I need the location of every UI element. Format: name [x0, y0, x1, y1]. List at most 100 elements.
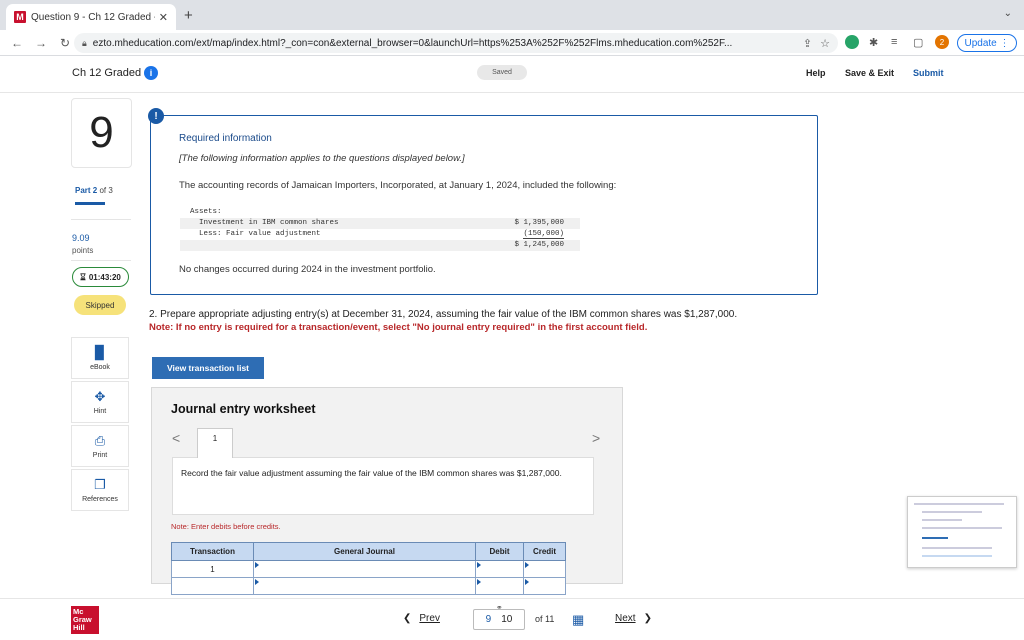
part-prefix: Part [75, 186, 91, 195]
skipped-badge: Skipped [74, 295, 126, 315]
journal-table: Transaction General Journal Debit Credit… [171, 542, 566, 595]
hint-icon: ✥ [94, 389, 106, 404]
transaction-cell [171, 577, 254, 595]
bookmark-star-icon[interactable]: ☆ [820, 37, 830, 50]
timer-value: 01:43:20 [88, 272, 121, 282]
alert-icon: ! [148, 108, 164, 124]
divider [71, 260, 131, 261]
divider [71, 219, 131, 220]
question-text: 2. Prepare appropriate adjusting entry(s… [149, 309, 738, 320]
table-row: Assets: [180, 207, 580, 218]
chevron-left-icon: ❮ [403, 613, 412, 624]
part-of: of 3 [99, 186, 113, 195]
hourglass-icon: ⌛︎ [80, 271, 86, 282]
close-icon[interactable]: ✕ [159, 11, 168, 24]
chevron-down-icon[interactable]: ⌄ [1004, 8, 1012, 19]
ebook-button[interactable]: ▉ eBook [71, 337, 129, 379]
transaction-cell: 1 [171, 560, 254, 578]
required-info-title: Required information [179, 133, 272, 144]
row-amount: $ 1,245,000 [514, 241, 564, 249]
reload-icon[interactable]: ↻ [58, 36, 72, 50]
print-icon: ⎙ [94, 433, 106, 448]
part-indicator: Part 2 of 3 [75, 186, 113, 195]
browser-tab[interactable]: M Question 9 - Ch 12 Graded - C ✕ [6, 4, 176, 30]
credit-input[interactable] [523, 577, 566, 595]
worksheet-card [172, 457, 594, 515]
references-button[interactable]: ❐ References [71, 469, 129, 511]
debit-input[interactable] [475, 577, 524, 595]
table-row [171, 577, 566, 595]
account-select[interactable] [253, 560, 476, 578]
prev-label: Prev [419, 613, 440, 624]
ebook-label: eBook [90, 364, 110, 371]
timer-badge: ⌛︎ 01:43:20 [72, 267, 129, 287]
share-icon[interactable]: ⇪ [803, 37, 812, 50]
current-page: 9 [485, 614, 492, 625]
row-amount: (150,000) [523, 230, 564, 239]
references-label: References [82, 496, 118, 503]
update-button[interactable]: Update ⋮ [957, 34, 1017, 52]
chevron-left-icon[interactable]: < [172, 430, 180, 446]
info-icon[interactable]: i [144, 66, 158, 80]
worksheet-tab-1[interactable]: 1 [197, 428, 233, 458]
part-progress-bar [75, 202, 105, 205]
row-label: Less: Fair value adjustment [190, 230, 321, 238]
worksheet-title: Journal entry worksheet [171, 402, 316, 416]
forward-icon[interactable]: → [34, 36, 48, 50]
chevron-right-icon[interactable]: > [592, 430, 600, 446]
url-bar[interactable]: 🔒︎ ezto.mheducation.com/ext/map/index.ht… [74, 33, 838, 53]
col-debit: Debit [475, 542, 524, 561]
view-transaction-list-button[interactable]: View transaction list [152, 357, 264, 379]
mh-favicon-icon: M [14, 11, 26, 23]
sidepanel-icon[interactable]: ▢ [913, 36, 923, 49]
prev-button[interactable]: ❮ Prev [403, 613, 440, 624]
table-row: $ 1,245,000 [180, 240, 580, 251]
queue-icon[interactable]: ≡ [891, 36, 897, 48]
save-exit-link[interactable]: Save & Exit [845, 68, 894, 78]
lock-icon[interactable]: 🔒︎ [82, 38, 87, 49]
next-button[interactable]: Next ❯ [615, 613, 652, 624]
account-select[interactable] [253, 577, 476, 595]
profile-avatar[interactable]: 2 [935, 35, 949, 49]
question-number: 9 [71, 98, 132, 168]
page-title: Ch 12 Graded [72, 67, 142, 79]
credit-input[interactable] [523, 560, 566, 578]
table-row: 1 [171, 560, 566, 578]
page-selector[interactable]: ⚭ 9 10 [473, 603, 525, 630]
part-current: 2 [92, 186, 98, 195]
row-amount: $ 1,395,000 [514, 219, 564, 227]
col-credit: Credit [523, 542, 566, 561]
browser-tabbar: M Question 9 - Ch 12 Graded - C ✕ + ⌄ [0, 0, 1024, 30]
balance-table: Assets: Investment in IBM common shares … [180, 207, 580, 251]
new-tab-icon[interactable]: + [184, 7, 193, 24]
back-icon[interactable]: ← [10, 36, 24, 50]
row-label: Investment in IBM common shares [190, 219, 339, 227]
hint-button[interactable]: ✥ Hint [71, 381, 129, 423]
page-total: of 11 [535, 614, 555, 624]
saved-status-badge: Saved [477, 65, 527, 80]
book-icon: ▉ [95, 345, 105, 360]
page-input[interactable]: 10 [501, 614, 512, 625]
submit-link[interactable]: Submit [913, 68, 944, 78]
extensions-puzzle-icon[interactable]: ✱ [869, 36, 878, 49]
col-general-journal: General Journal [253, 542, 476, 561]
page-thumbnail[interactable] [907, 496, 1017, 568]
col-transaction: Transaction [171, 542, 254, 561]
mcgraw-hill-logo: Mc Graw Hill [71, 606, 99, 634]
extension-green-icon[interactable] [845, 35, 859, 49]
chevron-right-icon: ❯ [643, 613, 652, 624]
points-label: points [72, 246, 94, 255]
row-label: Assets: [190, 208, 222, 216]
link-icon: ⚭ [496, 603, 503, 612]
worksheet-description: Record the fair value adjustment assumin… [181, 468, 562, 478]
debit-input[interactable] [475, 560, 524, 578]
help-link[interactable]: Help [806, 68, 826, 78]
required-info-body: The accounting records of Jamaican Impor… [179, 180, 617, 191]
required-info-footer: No changes occurred during 2024 in the i… [179, 264, 436, 275]
worksheet-note: Note: Enter debits before credits. [171, 522, 281, 531]
print-button[interactable]: ⎙ Print [71, 425, 129, 467]
print-label: Print [92, 452, 108, 459]
update-label: Update [964, 37, 997, 49]
grid-icon[interactable]: ▦ [572, 612, 584, 628]
question-note: Note: If no entry is required for a tran… [149, 322, 648, 333]
